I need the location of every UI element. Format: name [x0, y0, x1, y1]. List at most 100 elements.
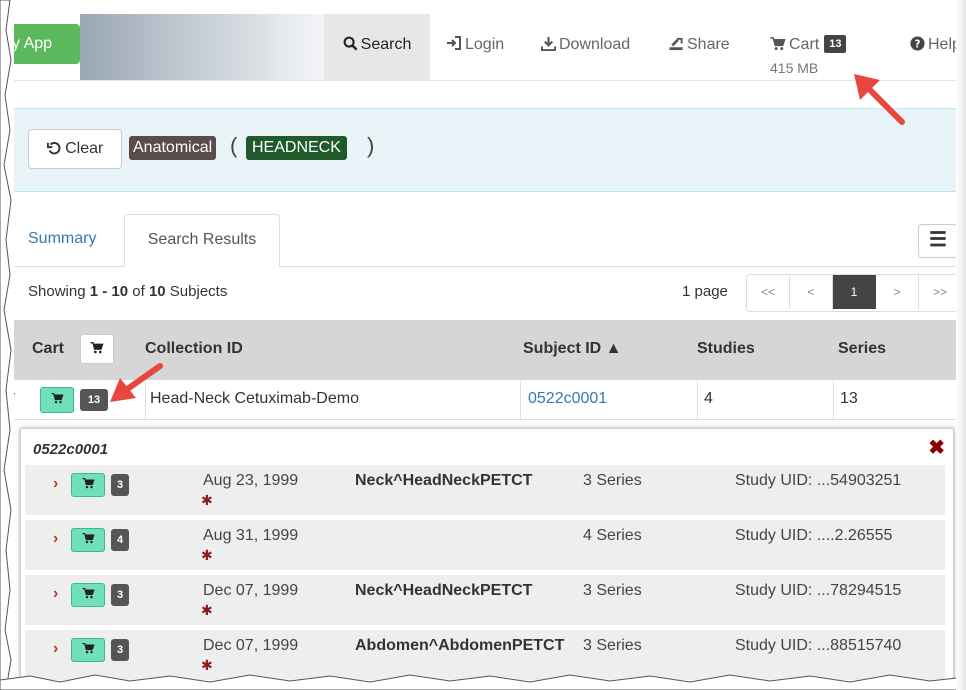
cart-size: 415 MB	[770, 60, 819, 76]
study-cart-button[interactable]	[71, 473, 105, 497]
pager-page-1[interactable]: 1	[833, 275, 876, 309]
detail-subject-title: 0522c0001	[33, 441, 109, 458]
study-uid: Study UID: ...78294515	[735, 582, 902, 599]
col-series[interactable]: Series	[838, 340, 886, 358]
nav-login-label: Login	[465, 36, 505, 53]
filter-value-tag[interactable]: HEADNECK	[246, 136, 347, 160]
share-icon	[668, 14, 684, 76]
study-uid: Study UID: ....2.26555	[735, 527, 893, 544]
results-range: 1 - 10	[89, 283, 129, 300]
asterisk-icon: ✱	[201, 547, 213, 563]
annotation-arrow-row-cart	[110, 363, 163, 402]
tab-search-results[interactable]: Search Results	[124, 214, 280, 267]
study-description: Abdomen^AbdomenPETCT	[355, 637, 565, 654]
nav-search-label: Search	[360, 36, 412, 53]
study-uid: Study UID: ...54903251	[735, 472, 902, 489]
open-paren: (	[230, 133, 238, 158]
undo-icon	[46, 140, 65, 157]
annotation-arrow-cart	[854, 74, 905, 125]
row-cart-button[interactable]	[40, 387, 74, 413]
cart-icon	[82, 477, 95, 492]
study-row[interactable]: › 3 Aug 23, 1999 ✱ Neck^HeadNeckPETCT 3 …	[25, 465, 945, 515]
cart-icon	[82, 587, 95, 602]
cart-icon	[82, 642, 95, 657]
cart-icon	[82, 532, 95, 547]
cart-icon	[51, 392, 64, 407]
menu-button[interactable]: ☰	[918, 224, 958, 258]
study-series-count-badge: 3	[111, 639, 129, 661]
study-date: Dec 07, 1999	[203, 637, 299, 654]
torn-left-edge	[0, 0, 14, 690]
pager-first[interactable]: <<	[747, 275, 790, 309]
nav-search[interactable]: Search	[324, 14, 430, 80]
study-description: Neck^HeadNeckPETCT	[355, 472, 533, 489]
cart-icon	[90, 341, 104, 357]
study-row[interactable]: › 3 Dec 07, 1999 ✱ Neck^HeadNeckPETCT 3 …	[25, 575, 945, 625]
study-cart-button[interactable]	[71, 583, 105, 607]
app-brand[interactable]: y App	[6, 24, 80, 64]
study-cart-button[interactable]	[71, 528, 105, 552]
study-uid: Study UID: ...88515740	[735, 637, 902, 654]
chevron-right-icon[interactable]: ›	[53, 640, 58, 658]
row-series-count-badge: 13	[80, 389, 108, 411]
pager-last[interactable]: >>	[919, 275, 961, 309]
filter-category-tag[interactable]: Anatomical	[129, 136, 217, 160]
results-suffix: Subjects	[165, 283, 228, 300]
study-series: 3 Series	[583, 472, 642, 489]
filter-bar: Clear Anatomical ( HEADNECK )	[0, 108, 966, 192]
row-collection-id: Head-Neck Cetuximab-Demo	[150, 390, 359, 407]
question-circle-icon: ?	[910, 14, 925, 76]
study-series-count-badge: 3	[111, 584, 129, 606]
study-date: Aug 31, 1999	[203, 527, 299, 544]
study-date: Aug 23, 1999	[203, 472, 299, 489]
study-series: 4 Series	[583, 527, 642, 544]
tab-summary[interactable]: Summary	[28, 230, 96, 248]
hamburger-icon: ☰	[929, 229, 947, 251]
close-icon[interactable]: ✖	[928, 435, 945, 460]
pager-next[interactable]: >	[876, 275, 919, 309]
nav-share-label: Share	[687, 36, 730, 53]
clear-label: Clear	[65, 140, 104, 157]
row-series: 13	[840, 390, 858, 407]
search-icon	[343, 14, 358, 76]
nav-login[interactable]: Login	[446, 14, 504, 80]
study-row[interactable]: › 4 Aug 31, 1999 ✱ 4 Series Study UID: .…	[25, 520, 945, 570]
pager-prev[interactable]: <	[790, 275, 833, 309]
study-series: 3 Series	[583, 582, 642, 599]
chevron-right-icon[interactable]: ›	[53, 475, 58, 493]
close-paren: )	[367, 133, 375, 158]
nav-download[interactable]: Download	[541, 14, 630, 80]
col-collection-id[interactable]: Collection ID	[145, 340, 243, 358]
study-series: 3 Series	[583, 637, 642, 654]
showing-prefix: Showing	[28, 283, 90, 300]
nav-cart-label: Cart	[789, 36, 820, 53]
nav-download-label: Download	[559, 36, 631, 53]
col-subject-id[interactable]: Subject ID ▲	[523, 340, 622, 358]
pagination: << < 1 > >>	[746, 274, 962, 312]
right-shadow	[956, 0, 966, 690]
nav-share[interactable]: Share	[668, 14, 730, 80]
row-subject-id-link[interactable]: 0522c0001	[528, 390, 607, 408]
screenshot-frame: y App Search Login Download Share Cart 13	[0, 0, 966, 690]
col-studies[interactable]: Studies	[697, 340, 755, 358]
top-navbar: y App Search Login Download Share Cart 13	[0, 14, 966, 81]
chevron-right-icon[interactable]: ›	[53, 585, 58, 603]
study-detail-panel: 0522c0001 ✖ › 3 Aug 23, 1999 ✱ Neck^Head…	[20, 428, 954, 690]
svg-text:?: ?	[915, 38, 921, 50]
asterisk-icon: ✱	[201, 602, 213, 618]
results-summary: Showing 1 - 10 of 10 Subjects	[28, 283, 227, 300]
torn-bottom-edge	[0, 674, 966, 690]
results-total: 10	[148, 283, 166, 300]
brand-gradient	[80, 14, 324, 80]
study-series-count-badge: 4	[111, 529, 129, 551]
login-icon	[446, 14, 462, 76]
cart-count-badge: 13	[824, 35, 847, 53]
asterisk-icon: ✱	[201, 492, 213, 508]
study-cart-button[interactable]	[71, 638, 105, 662]
chevron-right-icon[interactable]: ›	[53, 530, 58, 548]
clear-button[interactable]: Clear	[28, 129, 122, 169]
page-count: 1 page	[682, 283, 728, 300]
nav-help[interactable]: ? Help	[910, 14, 961, 80]
download-icon	[541, 14, 556, 76]
results-of: of	[128, 283, 149, 300]
